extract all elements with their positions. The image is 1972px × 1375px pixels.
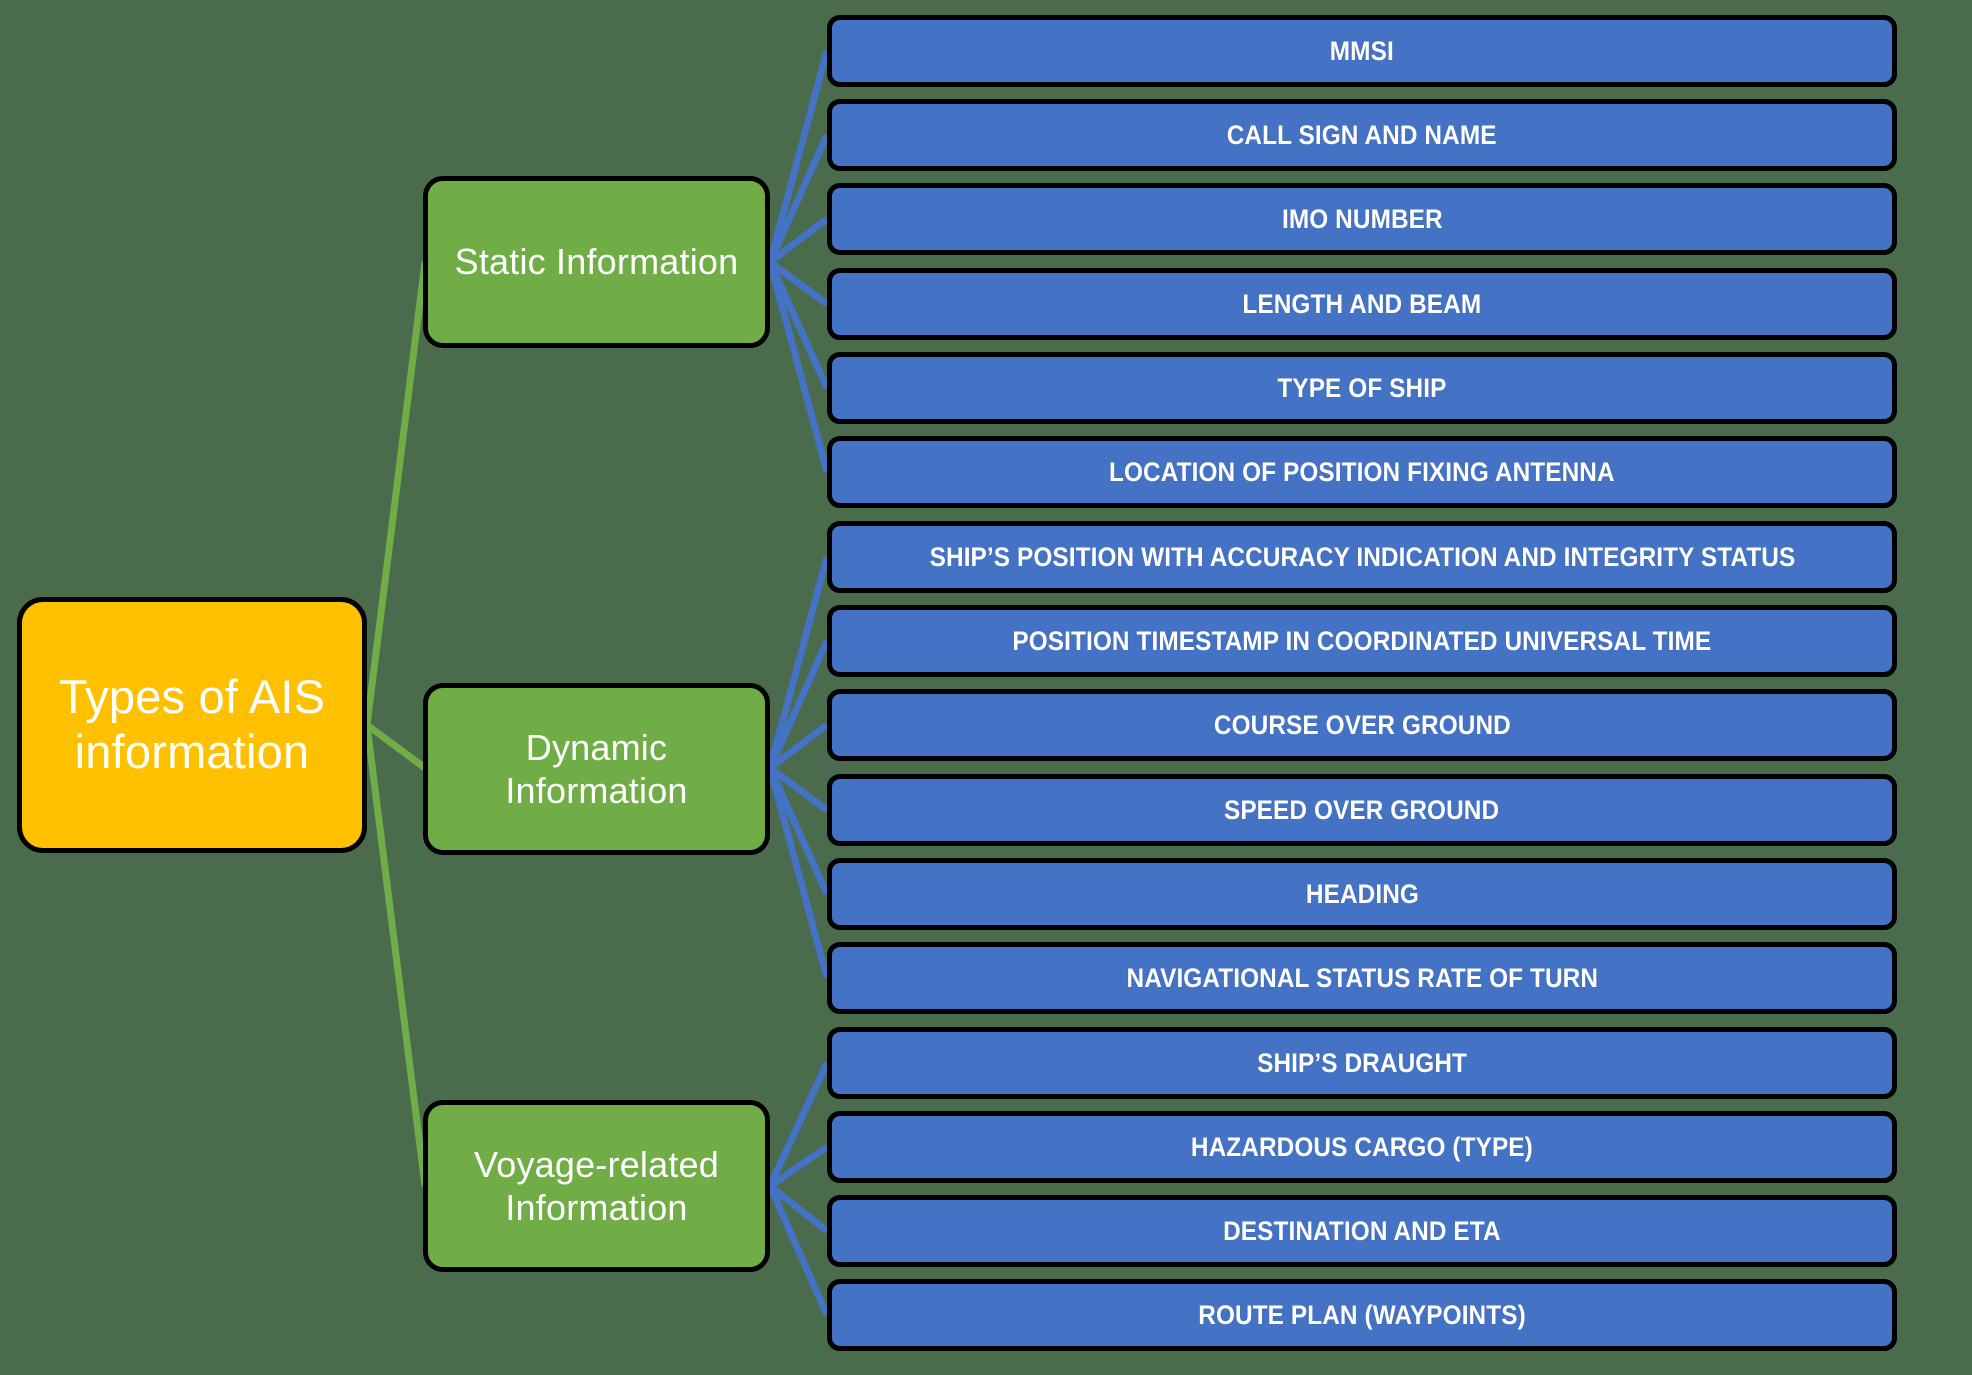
category-node-label: Static Information [454, 241, 739, 283]
root-node-label: Types of AIS information [58, 670, 326, 778]
leaf-node-label: LOCATION OF POSITION FIXING ANTENNA [1109, 456, 1615, 487]
leaf-node-label: SHIP’S POSITION WITH ACCURACY INDICATION… [929, 541, 1795, 572]
leaf-node-label: COURSE OVER GROUND [1213, 709, 1511, 740]
leaf-node-label: SPEED OVER GROUND [1224, 794, 1500, 825]
edge-root-to-voyage [363, 724, 429, 1187]
leaf-node-label: HAZARDOUS CARGO (TYPE) [1190, 1131, 1533, 1162]
leaf-node-label: CALL SIGN AND NAME [1227, 119, 1497, 150]
edge-dynamic-to-leaf-9 [767, 722, 830, 771]
edge-voyage-to-leaf-15 [767, 1183, 830, 1234]
edge-dynamic-to-leaf-11 [766, 766, 831, 896]
dynamic-to-leaf-edges [766, 556, 831, 979]
leaf-node-label: NAVIGATIONAL STATUS RATE OF TURN [1126, 962, 1598, 993]
root-node-types-of-ais-information[interactable]: Types of AIS information [17, 597, 367, 853]
edge-voyage-to-leaf-16 [766, 1184, 831, 1317]
edge-root-to-dynamic [364, 722, 428, 771]
category-node-voyage-related-information[interactable]: Voyage-related Information [423, 1100, 770, 1272]
leaf-node-destination-and-eta[interactable]: DESTINATION AND ETA [827, 1195, 1897, 1267]
leaf-node-label: IMO NUMBER [1281, 203, 1443, 234]
leaf-node-heading[interactable]: HEADING [827, 858, 1897, 930]
edge-dynamic-to-leaf-12 [766, 767, 831, 979]
leaf-node-call-sign-and-name[interactable]: CALL SIGN AND NAME [827, 99, 1897, 171]
edge-voyage-to-leaf-13 [766, 1061, 831, 1188]
leaf-node-label: SHIP’S DRAUGHT [1257, 1047, 1467, 1078]
edge-static-to-leaf-1 [766, 50, 831, 263]
leaf-node-label: TYPE OF SHIP [1277, 372, 1447, 403]
leaf-node-type-of-ship[interactable]: TYPE OF SHIP [827, 352, 1897, 424]
category-node-static-information[interactable]: Static Information [423, 176, 770, 348]
edge-dynamic-to-leaf-8 [766, 639, 831, 770]
leaf-node-ships-position-with-accuracy-indication-and-integrity-status[interactable]: SHIP’S POSITION WITH ACCURACY INDICATION… [827, 521, 1897, 593]
category-node-dynamic-information[interactable]: Dynamic Information [423, 683, 770, 855]
voyage-to-leaf-edges [766, 1061, 831, 1317]
leaf-node-mmsi[interactable]: MMSI [827, 15, 1897, 87]
leaf-node-hazardous-cargo-type[interactable]: HAZARDOUS CARGO (TYPE) [827, 1111, 1897, 1183]
leaf-node-position-timestamp-in-coordinated-universal-time[interactable]: POSITION TIMESTAMP IN COORDINATED UNIVER… [827, 605, 1897, 677]
leaf-node-label: DESTINATION AND ETA [1223, 1215, 1501, 1246]
leaf-node-speed-over-ground[interactable]: SPEED OVER GROUND [827, 774, 1897, 846]
leaf-node-length-and-beam[interactable]: LENGTH AND BEAM [827, 268, 1897, 340]
leaf-node-navigational-status-rate-of-turn[interactable]: NAVIGATIONAL STATUS RATE OF TURN [827, 942, 1897, 1014]
edge-dynamic-to-leaf-10 [767, 765, 830, 813]
leaf-node-route-plan-waypoints[interactable]: ROUTE PLAN (WAYPOINTS) [827, 1279, 1897, 1351]
category-node-label: Dynamic Information [505, 726, 688, 811]
leaf-node-label: HEADING [1305, 878, 1419, 909]
edge-voyage-to-leaf-14 [768, 1144, 829, 1189]
leaf-node-label: MMSI [1329, 35, 1395, 66]
edge-static-to-leaf-2 [766, 133, 831, 264]
edge-root-to-static [363, 261, 429, 726]
edge-static-to-leaf-5 [766, 260, 831, 390]
leaf-node-imo-number[interactable]: IMO NUMBER [827, 183, 1897, 255]
edge-static-to-leaf-4 [767, 259, 830, 307]
static-to-leaf-edges [766, 50, 831, 473]
mind-map-diagram: Types of AIS information Static Informat… [0, 0, 1972, 1375]
leaf-node-location-of-position-fixing-antenna[interactable]: LOCATION OF POSITION FIXING ANTENNA [827, 436, 1897, 508]
leaf-node-ships-draught[interactable]: SHIP’S DRAUGHT [827, 1027, 1897, 1099]
leaf-node-label: LENGTH AND BEAM [1242, 288, 1482, 319]
edge-static-to-leaf-6 [766, 261, 831, 473]
category-node-label: Voyage-related Information [474, 1143, 719, 1228]
edge-dynamic-to-leaf-7 [766, 556, 831, 769]
root-to-category-edges [363, 261, 429, 1187]
leaf-node-label: POSITION TIMESTAMP IN COORDINATED UNIVER… [1012, 625, 1712, 656]
leaf-node-label: ROUTE PLAN (WAYPOINTS) [1198, 1299, 1526, 1330]
edge-static-to-leaf-3 [767, 216, 830, 265]
leaf-node-course-over-ground[interactable]: COURSE OVER GROUND [827, 689, 1897, 761]
